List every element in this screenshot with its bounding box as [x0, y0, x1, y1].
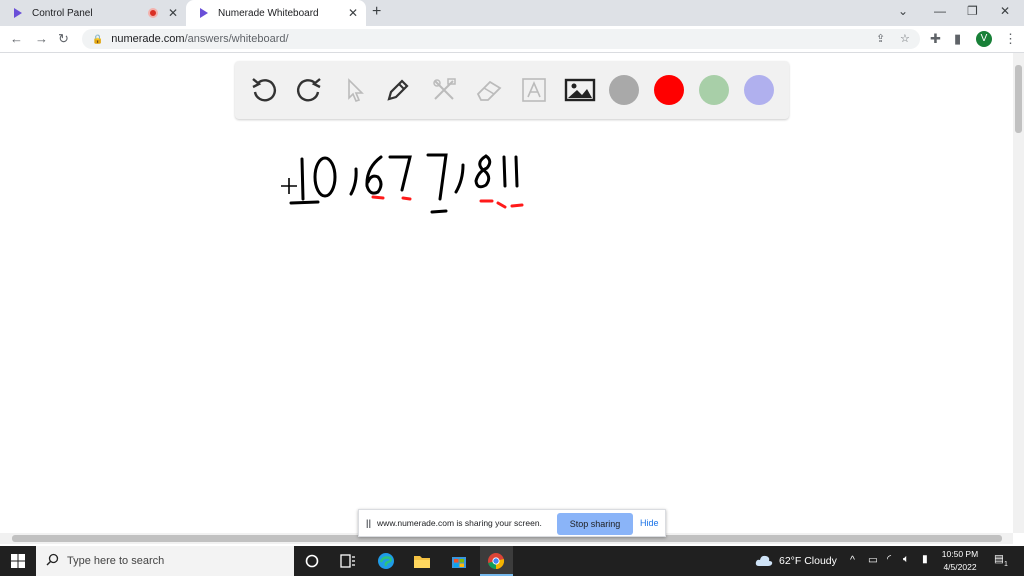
forward-icon[interactable]: →: [35, 31, 48, 46]
hide-button[interactable]: Hide: [640, 518, 659, 528]
wifi-icon[interactable]: ◜: [887, 553, 891, 565]
task-view-icon[interactable]: [339, 552, 357, 570]
address-bar[interactable]: 🔒 numerade.com /answers/whiteboard/ ⇪ ☆: [82, 29, 920, 49]
whiteboard-page[interactable]: [0, 53, 1013, 533]
notification-count: 1: [1004, 561, 1008, 568]
close-window-button[interactable]: ✕: [1000, 4, 1010, 18]
tab-title: Control Panel: [32, 7, 93, 19]
stop-sharing-button[interactable]: Stop sharing: [557, 513, 633, 535]
drag-handle-icon[interactable]: ||: [366, 518, 371, 528]
microphone-icon[interactable]: ▮: [922, 553, 928, 565]
store-icon[interactable]: [450, 552, 468, 570]
url-path: /answers/whiteboard/: [184, 33, 289, 45]
menu-icon[interactable]: ⋮: [1004, 31, 1017, 47]
bookmark-star-icon[interactable]: ☆: [900, 32, 910, 45]
browser-toolbar: ← → ↻ 🔒 numerade.com /answers/whiteboard…: [0, 26, 1024, 53]
numerade-logo-icon: [198, 7, 210, 19]
underline-black: [289, 200, 448, 214]
show-hidden-icons-icon[interactable]: ^: [850, 554, 855, 566]
windows-start-icon[interactable]: [9, 552, 27, 570]
tab-numerade-whiteboard[interactable]: Numerade Whiteboard ✕: [186, 0, 366, 26]
cortana-icon[interactable]: [303, 552, 321, 570]
edge-icon[interactable]: [377, 552, 395, 570]
taskbar: Type here to search 62°F Cloudy ^ ▭ ◜ 🔈︎…: [0, 546, 1024, 576]
crosshair-cursor: [281, 178, 297, 194]
back-icon[interactable]: ←: [10, 31, 23, 46]
search-icon: [46, 553, 59, 569]
share-icon[interactable]: ⇪: [876, 32, 885, 45]
tab-search-icon[interactable]: ⌄: [898, 4, 908, 18]
vertical-scrollbar[interactable]: [1013, 53, 1024, 533]
tab-strip: Control Panel ✕ Numerade Whiteboard ✕ + …: [0, 0, 1024, 26]
side-panel-icon[interactable]: ▮: [954, 31, 961, 47]
clock[interactable]: 10:50 PM 4/5/2022: [930, 548, 990, 574]
handwritten-number: [300, 153, 519, 201]
underline-red: [371, 195, 524, 209]
file-explorer-icon[interactable]: [413, 552, 431, 570]
vertical-scroll-thumb[interactable]: [1015, 65, 1022, 133]
chrome-icon: [487, 552, 505, 570]
tab-control-panel[interactable]: Control Panel ✕: [0, 0, 186, 26]
search-placeholder: Type here to search: [67, 555, 165, 567]
whiteboard-canvas[interactable]: [0, 53, 1013, 533]
tab-title: Numerade Whiteboard: [218, 7, 319, 19]
clock-time: 10:50 PM: [941, 549, 979, 559]
weather-text[interactable]: 62°F Cloudy: [779, 555, 837, 567]
recording-icon: [148, 8, 158, 18]
clock-date: 4/5/2022: [943, 562, 977, 572]
taskbar-search-box[interactable]: Type here to search: [36, 546, 294, 576]
weather-icon: [755, 553, 773, 572]
numerade-logo-icon: [12, 7, 24, 19]
sharing-message: www.numerade.com is sharing your screen.: [377, 518, 542, 528]
chrome-taskbar-button[interactable]: [480, 546, 513, 576]
screen-sharing-banner: || www.numerade.com is sharing your scre…: [358, 509, 666, 537]
lock-icon: 🔒: [92, 33, 104, 44]
restore-button[interactable]: ❐: [967, 4, 978, 18]
battery-icon[interactable]: ▭: [868, 554, 878, 566]
close-tab-icon[interactable]: ✕: [168, 6, 178, 20]
profile-avatar[interactable]: V: [976, 31, 992, 47]
url-host: numerade.com: [111, 33, 185, 45]
volume-icon[interactable]: 🔈︎: [903, 553, 909, 566]
new-tab-button[interactable]: +: [372, 3, 381, 21]
extensions-icon[interactable]: ✚: [930, 31, 941, 47]
minimize-button[interactable]: —: [934, 4, 946, 18]
close-tab-icon[interactable]: ✕: [348, 6, 358, 20]
notifications-icon[interactable]: ▤: [994, 553, 1004, 565]
reload-icon[interactable]: ↻: [58, 31, 69, 47]
